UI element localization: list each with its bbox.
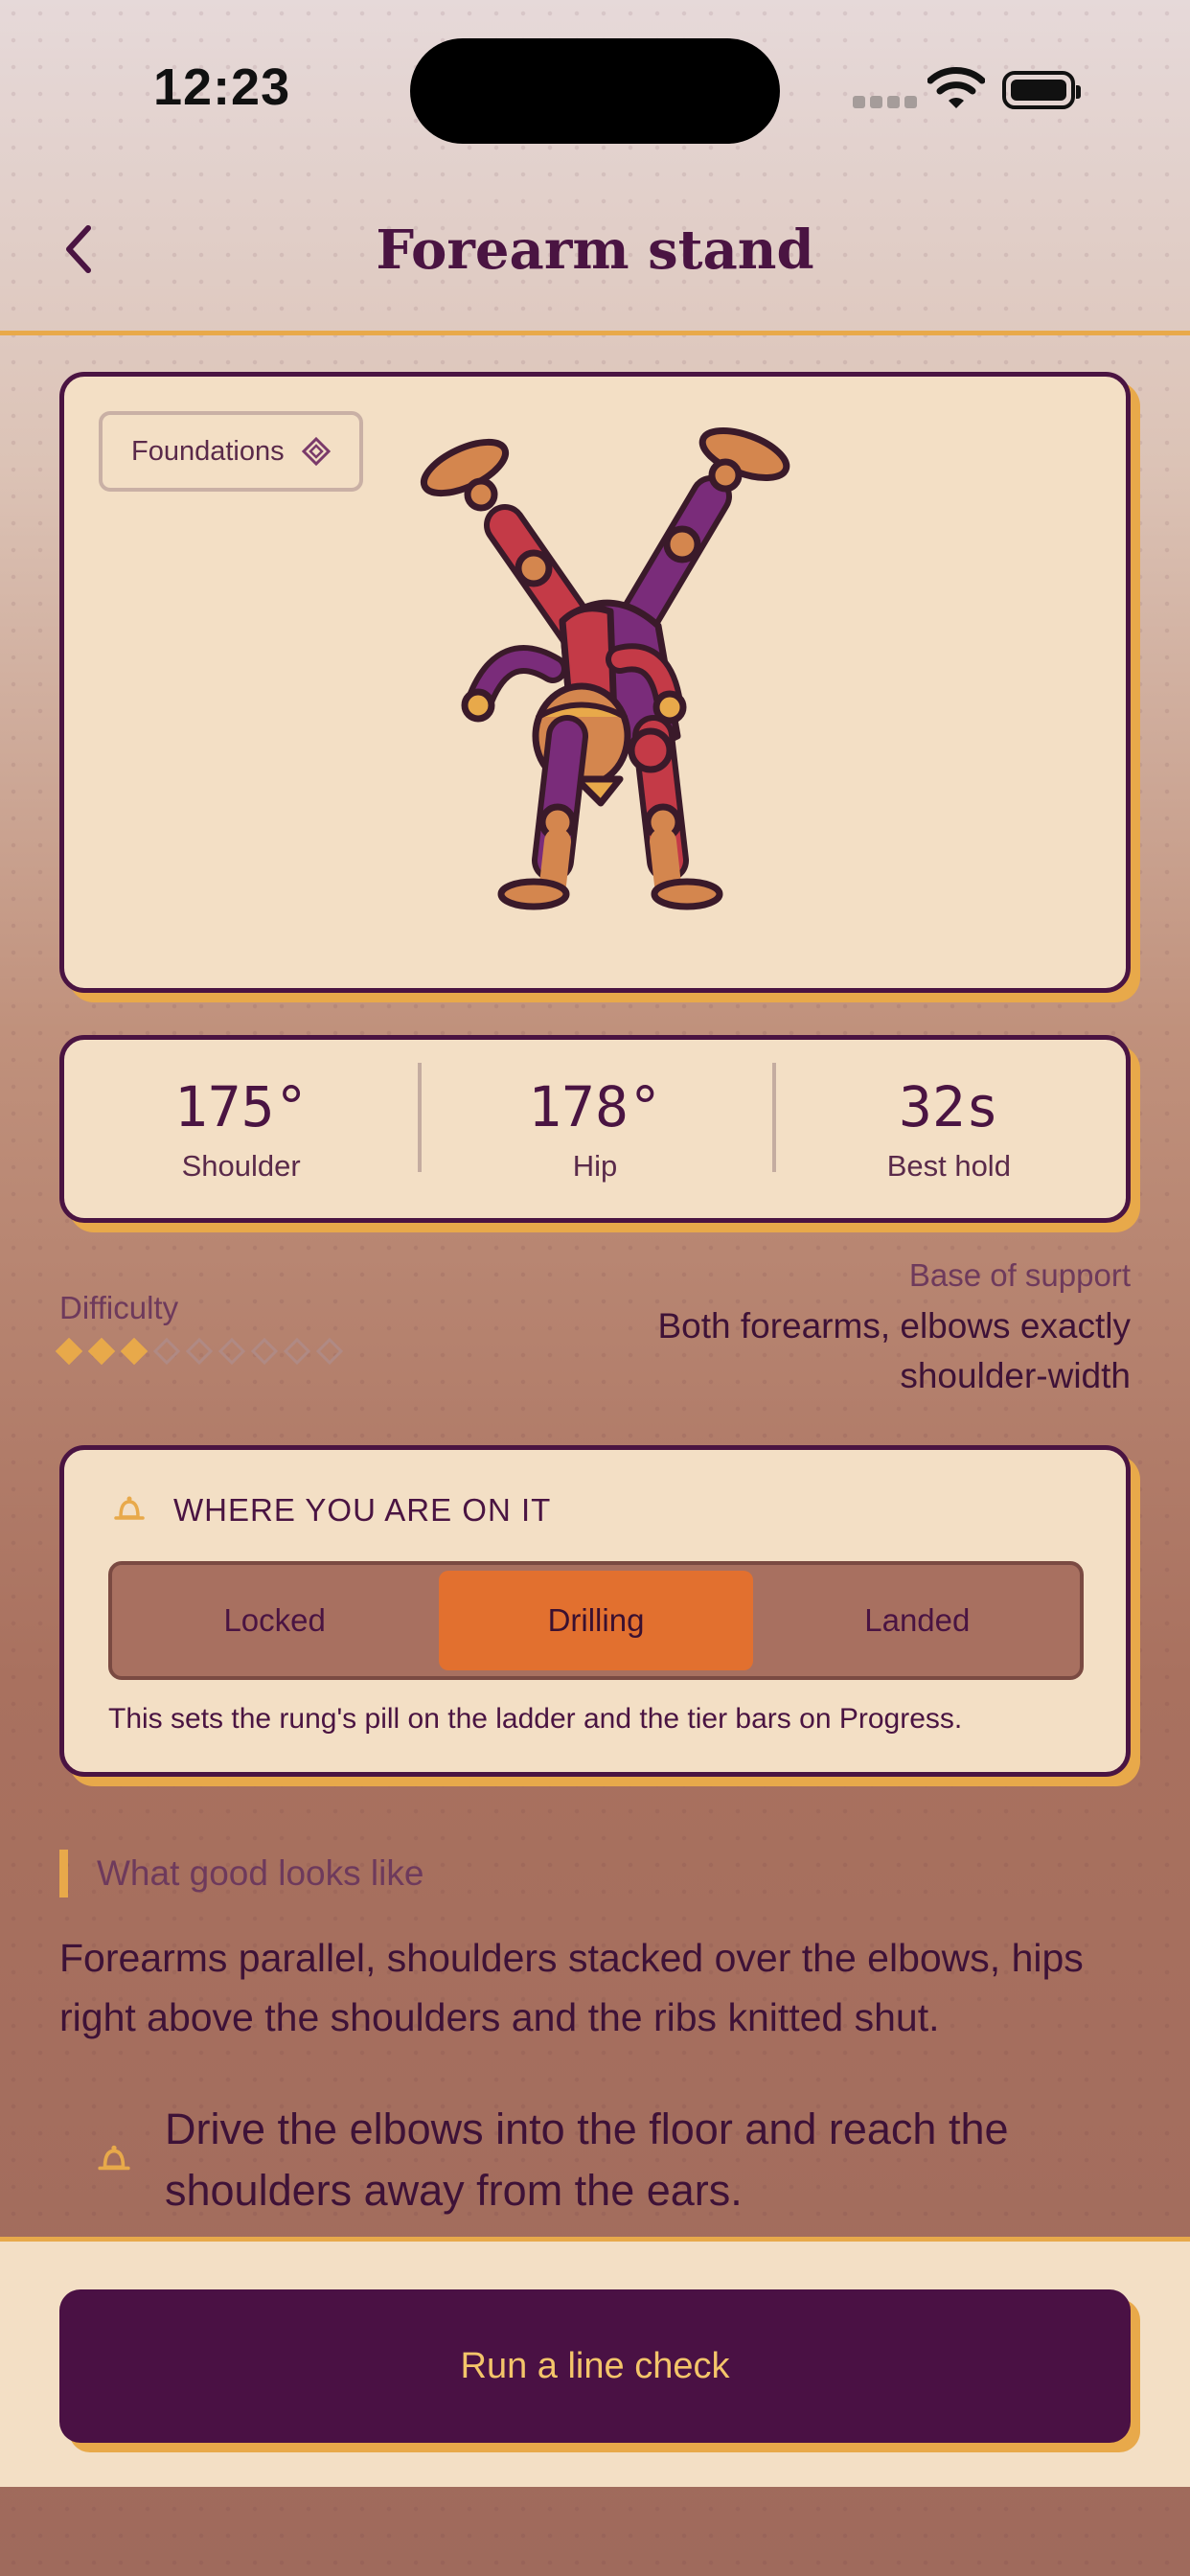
nav-header: Forearm stand <box>0 182 1190 335</box>
difficulty-diamond-icon <box>185 1337 214 1366</box>
difficulty-diamond-icon <box>283 1337 311 1366</box>
stats-card: 175° Shoulder 178° Hip 32s Best hold <box>59 1035 1131 1223</box>
bell-icon <box>98 2145 130 2171</box>
cellular-signal-icon <box>853 96 922 113</box>
segment-drilling[interactable]: Drilling <box>439 1571 753 1670</box>
status-bar: 12:23 <box>0 0 1190 172</box>
level-tag-label: Foundations <box>131 435 285 467</box>
page-title: Forearm stand <box>376 218 814 282</box>
segment-landed[interactable]: Landed <box>761 1571 1074 1670</box>
difficulty-diamond-icon <box>315 1337 344 1366</box>
stat-label: Shoulder <box>181 1149 301 1183</box>
difficulty-rating <box>55 1337 344 1366</box>
stat-value: 32s <box>898 1074 999 1139</box>
good-form-description: Forearms parallel, shoulders stacked ove… <box>59 1928 1113 2047</box>
difficulty-diamond-icon <box>250 1337 279 1366</box>
dynamic-island <box>410 38 780 144</box>
good-form-line1: Forearms parallel, shoulders stacked ove… <box>59 1936 1084 1980</box>
stat-best-hold: 32s Best hold <box>771 1063 1126 1184</box>
base-of-support-text-line1: Both forearms, elbows exactly <box>657 1306 1131 1346</box>
run-line-check-button[interactable]: Run a line check <box>59 2289 1131 2443</box>
coaching-cue-text: Drive the elbows into the floor and reac… <box>165 2099 1009 2221</box>
stat-value: 175° <box>173 1074 309 1139</box>
status-time: 12:23 <box>153 58 291 116</box>
segment-locked[interactable]: Locked <box>118 1571 431 1670</box>
stat-label: Hip <box>572 1149 618 1183</box>
jester-figure-illustration <box>420 426 790 910</box>
stat-shoulder: 175° Shoulder <box>64 1074 418 1184</box>
progress-status-heading: WHERE YOU ARE ON IT <box>112 1492 551 1529</box>
stat-hip: 178° Hip <box>418 1063 771 1184</box>
base-of-support: Base of support Both forearms, elbows ex… <box>657 1257 1131 1401</box>
difficulty-diamond-icon <box>120 1337 149 1366</box>
coaching-cue-line1: Drive the elbows into the floor and reac… <box>165 2104 1009 2153</box>
footer-bar: Run a line check <box>0 2237 1190 2487</box>
coaching-cue-line2: shoulders away from the ears. <box>165 2166 743 2215</box>
difficulty-diamond-icon <box>152 1337 181 1366</box>
hero-card: Foundations <box>59 372 1131 993</box>
progress-status-card: WHERE YOU ARE ON IT Locked Drilling Land… <box>59 1445 1131 1777</box>
wifi-icon <box>927 67 985 108</box>
bell-icon <box>114 1496 145 1520</box>
progress-status-title: WHERE YOU ARE ON IT <box>173 1492 552 1528</box>
coaching-cue: Drive the elbows into the floor and reac… <box>96 2099 1131 2221</box>
base-of-support-text-line2: shoulder-width <box>900 1356 1131 1395</box>
stat-value: 178° <box>528 1074 662 1139</box>
difficulty-label: Difficulty <box>59 1290 179 1325</box>
status-segmented-control: Locked Drilling Landed <box>108 1561 1084 1680</box>
section-heading-good-form: What good looks like <box>59 1850 423 1898</box>
base-of-support-label: Base of support <box>908 1257 1131 1293</box>
good-form-line2: right above the shoulders and the ribs k… <box>59 1995 940 2039</box>
diamond-icon <box>301 437 331 466</box>
difficulty-diamond-icon <box>217 1337 246 1366</box>
difficulty-diamond-icon <box>87 1337 116 1366</box>
progress-status-note: This sets the rung's pill on the ladder … <box>108 1703 963 1735</box>
difficulty-diamond-icon <box>55 1337 83 1366</box>
stat-label: Best hold <box>886 1149 1011 1183</box>
level-tag: Foundations <box>99 411 363 492</box>
battery-icon <box>1002 71 1081 109</box>
